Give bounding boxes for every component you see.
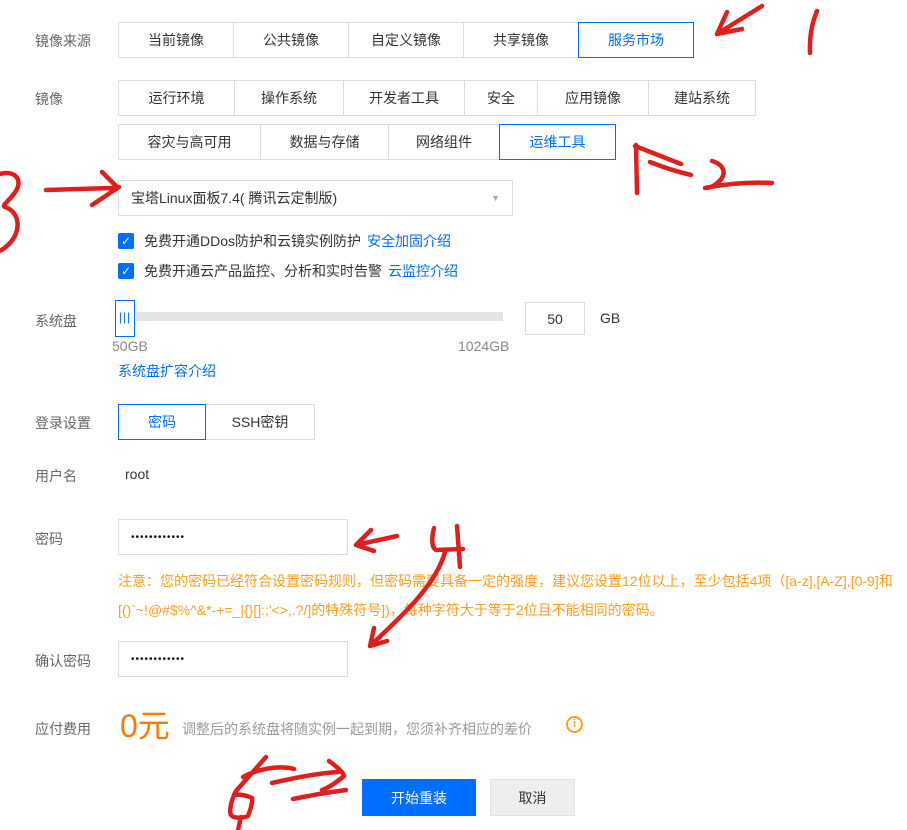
tab-runtime-env[interactable]: 运行环境 (118, 80, 235, 116)
annotation-digit-1 (810, 11, 817, 53)
tab-current-image[interactable]: 当前镜像 (118, 22, 234, 58)
tab-app-image[interactable]: 应用镜像 (537, 80, 649, 116)
login-method-tabs: 密码 SSH密钥 (118, 404, 315, 440)
cloud-monitor-checkbox[interactable]: ✓ (118, 263, 134, 279)
cancel-button[interactable]: 取消 (490, 779, 575, 816)
annotation-arrow-to-submit (272, 761, 346, 799)
disk-max-label: 1024GB (458, 338, 509, 354)
tab-password[interactable]: 密码 (118, 404, 206, 440)
annotation-digit-3 (0, 173, 18, 252)
grip-vertical-icon: ||| (119, 310, 131, 324)
ddos-protection-row: ✓ 免费开通DDos防护和云镜实例防护 安全加固介绍 (118, 232, 451, 250)
username-value: root (125, 466, 149, 482)
annotation-arrow-to-dropdown (46, 172, 119, 205)
password-label: 密码 (35, 529, 63, 549)
caret-down-icon: ▼ (491, 181, 500, 215)
annotation-digit-5 (230, 757, 294, 830)
start-reinstall-button[interactable]: 开始重装 (362, 779, 476, 816)
fee-amount: 0元 (120, 701, 170, 747)
cloud-monitor-row: ✓ 免费开通云产品监控、分析和实时告警 云监控介绍 (118, 262, 458, 280)
disk-expand-intro-link[interactable]: 系统盘扩容介绍 (118, 361, 216, 381)
cloud-monitor-label: 免费开通云产品监控、分析和实时告警 (144, 261, 382, 281)
disk-min-label: 50GB (112, 338, 148, 354)
password-input[interactable] (118, 519, 348, 555)
tab-ops-tools[interactable]: 运维工具 (499, 124, 616, 160)
annotation-arrow-to-password (356, 530, 397, 551)
tab-disaster-recovery-ha[interactable]: 容灾与高可用 (118, 124, 261, 160)
fee-note: 调整后的系统盘将随实例一起到期，您须补齐相应的差价 (182, 719, 532, 739)
disk-unit-label: GB (600, 310, 620, 326)
image-source-tabs: 当前镜像 公共镜像 自定义镜像 共享镜像 服务市场 (118, 22, 694, 58)
username-label: 用户名 (35, 466, 77, 486)
tab-data-storage[interactable]: 数据与存储 (260, 124, 389, 160)
system-disk-label: 系统盘 (35, 311, 77, 331)
security-hardening-link[interactable]: 安全加固介绍 (367, 231, 451, 251)
check-icon: ✓ (121, 234, 131, 248)
tab-security[interactable]: 安全 (464, 80, 538, 116)
image-category-tabs-row1: 运行环境 操作系统 开发者工具 安全 应用镜像 建站系统 (118, 80, 756, 116)
tab-public-image[interactable]: 公共镜像 (233, 22, 349, 58)
annotation-arrow-to-ops-tools (635, 145, 691, 193)
tab-network-components[interactable]: 网络组件 (388, 124, 500, 160)
check-icon: ✓ (121, 264, 131, 278)
ddos-protection-label: 免费开通DDos防护和云镜实例防护 (144, 231, 361, 251)
image-source-label: 镜像来源 (35, 31, 91, 51)
fee-label: 应付费用 (35, 719, 91, 739)
disk-slider-handle[interactable]: ||| (115, 300, 135, 337)
login-settings-label: 登录设置 (35, 413, 91, 433)
confirm-password-label: 确认密码 (35, 651, 91, 671)
tab-shared-image[interactable]: 共享镜像 (463, 22, 579, 58)
tab-operating-system[interactable]: 操作系统 (234, 80, 344, 116)
image-label: 镜像 (35, 89, 63, 109)
disk-slider-track[interactable] (136, 312, 503, 321)
tab-developer-tools[interactable]: 开发者工具 (343, 80, 465, 116)
image-category-tabs-row2: 容灾与高可用 数据与存储 网络组件 运维工具 (118, 124, 616, 160)
ddos-protection-checkbox[interactable]: ✓ (118, 233, 134, 249)
tab-site-building[interactable]: 建站系统 (648, 80, 756, 116)
annotation-digit-4 (432, 526, 463, 567)
confirm-password-input[interactable] (118, 641, 348, 677)
annotation-arrow-to-service-market (717, 6, 762, 34)
password-strength-warning: 注意：您的密码已经符合设置密码规则，但密码需要具备一定的强度，建议您设置12位以… (118, 567, 896, 625)
tab-custom-image[interactable]: 自定义镜像 (348, 22, 464, 58)
info-circle-icon[interactable]: i (566, 716, 583, 733)
marketplace-image-value: 宝塔Linux面板7.4( 腾讯云定制版) (131, 190, 337, 206)
tab-ssh-key[interactable]: SSH密钥 (205, 404, 315, 440)
tab-service-market[interactable]: 服务市场 (578, 22, 694, 58)
cloud-monitor-link[interactable]: 云监控介绍 (388, 261, 458, 281)
disk-size-input[interactable] (525, 302, 585, 335)
annotation-digit-2 (705, 161, 772, 188)
marketplace-image-select[interactable]: 宝塔Linux面板7.4( 腾讯云定制版) ▼ (118, 180, 513, 216)
